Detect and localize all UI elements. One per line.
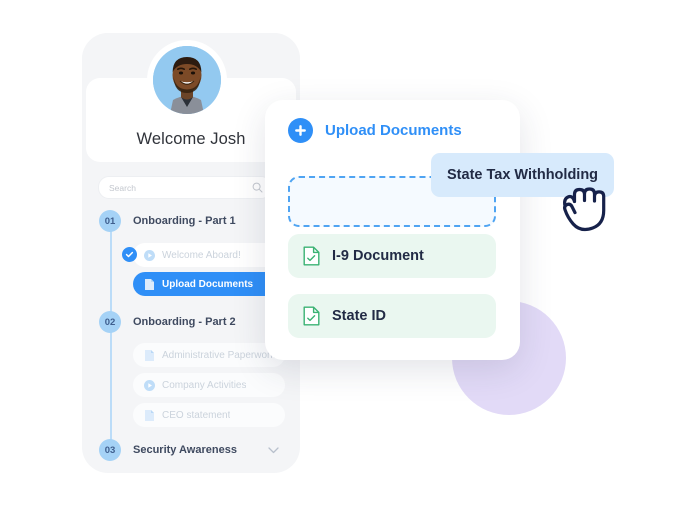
file-icon: [144, 278, 155, 291]
sidebar-item-upload-documents[interactable]: Upload Documents: [133, 272, 285, 296]
sidebar-item-administrative-paperwork[interactable]: Administrative Paperwork: [133, 343, 285, 367]
document-row-state-id[interactable]: State ID: [288, 294, 496, 338]
step-number-badge: 03: [99, 439, 121, 461]
sidebar-step-02[interactable]: 02 Onboarding - Part 2: [99, 311, 279, 333]
search-input[interactable]: Search: [98, 176, 272, 199]
step-label: Onboarding - Part 2: [133, 316, 236, 328]
sidebar-step-03[interactable]: 03 Security Awareness: [99, 439, 279, 461]
upload-card-title: Upload Documents: [325, 122, 462, 139]
step-label: Security Awareness: [133, 444, 237, 456]
illustration-canvas: Welcome Josh Search 01 Onboarding - Part…: [0, 0, 700, 512]
plus-circle-icon[interactable]: [288, 118, 313, 143]
search-icon: [252, 182, 263, 193]
sidebar-item-label: Company Activities: [162, 379, 247, 391]
document-label: State ID: [332, 308, 386, 324]
step-label: Onboarding - Part 1: [133, 215, 236, 227]
search-placeholder: Search: [109, 182, 136, 193]
file-check-icon: [303, 246, 320, 266]
document-row-i9[interactable]: I-9 Document: [288, 234, 496, 278]
chevron-down-icon[interactable]: [268, 446, 279, 454]
sidebar-item-welcome-aboard[interactable]: Welcome Aboard!: [133, 243, 285, 267]
document-label: I-9 Document: [332, 248, 424, 264]
sidebar-item-label: Upload Documents: [162, 278, 254, 290]
completed-check-badge: [122, 247, 137, 262]
grab-hand-cursor: [556, 176, 614, 247]
sidebar-item-label: Administrative Paperwork: [162, 349, 276, 361]
file-icon: [144, 409, 155, 422]
sidebar-item-company-activities[interactable]: Company Activities: [133, 373, 285, 397]
upload-card-header: Upload Documents: [288, 118, 462, 143]
play-icon: [144, 249, 155, 261]
sidebar-item-label: Welcome Aboard!: [162, 249, 241, 261]
sidebar-step-01[interactable]: 01 Onboarding - Part 1: [99, 210, 279, 232]
sidebar-item-label: CEO statement: [162, 409, 231, 421]
file-icon: [144, 349, 155, 362]
timeline-connector: [110, 226, 112, 450]
step-number-badge: 02: [99, 311, 121, 333]
step-number-badge: 01: [99, 210, 121, 232]
sidebar-item-ceo-statement[interactable]: CEO statement: [133, 403, 285, 427]
file-check-icon: [303, 306, 320, 326]
avatar: [153, 46, 221, 114]
play-icon: [144, 379, 155, 391]
